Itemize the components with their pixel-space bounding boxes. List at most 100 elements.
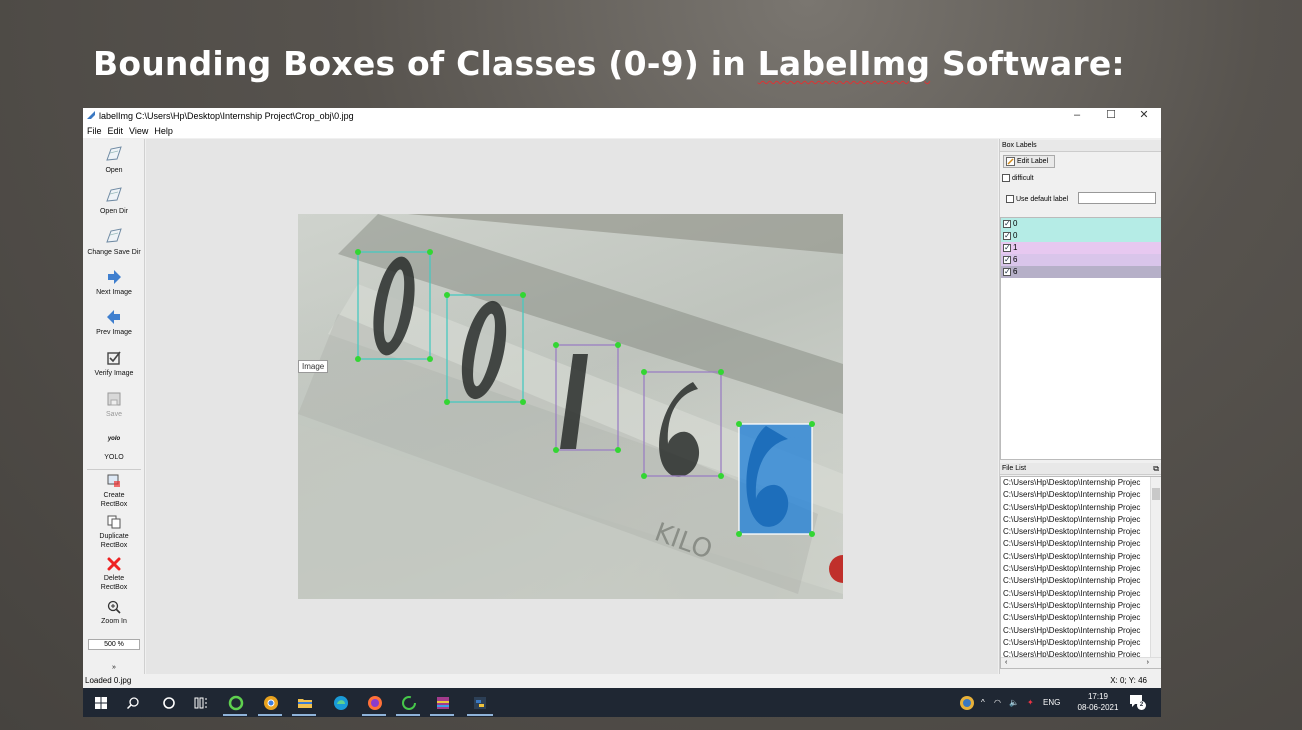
save-label: Save [106,411,122,418]
bbox-0-first[interactable] [357,251,431,360]
file-list-item[interactable]: C:\Users\Hp\Desktop\Internship Projec [1001,489,1150,501]
bbox-0-second[interactable] [446,294,524,403]
zoom-in-button[interactable]: Zoom In [83,600,145,626]
language-indicator[interactable]: ENG [1043,688,1060,717]
edge-icon[interactable] [333,695,349,711]
file-list-item[interactable]: C:\Users\Hp\Desktop\Internship Projec [1001,612,1150,624]
label-item-text: 0 [1013,231,1018,240]
open-button[interactable]: Open [83,145,145,175]
file-list-item[interactable]: C:\Users\Hp\Desktop\Internship Projec [1001,514,1150,526]
open-dir-button[interactable]: Open Dir [83,186,145,216]
help-tray-icon[interactable] [959,695,975,711]
windows-start-icon[interactable] [93,695,109,711]
file-list-item[interactable]: C:\Users\Hp\Desktop\Internship Projec [1001,637,1150,649]
menu-view[interactable]: View [129,125,148,138]
next-image-button[interactable]: Next Image [83,269,145,297]
edit-label-button[interactable]: Edit Label [1003,155,1055,168]
cortana-icon[interactable] [161,695,177,711]
taskbar-active-indicator [467,714,493,716]
file-list-item[interactable]: C:\Users\Hp\Desktop\Internship Projec [1001,551,1150,563]
menu-file[interactable]: File [87,125,102,138]
file-list-item[interactable]: C:\Users\Hp\Desktop\Internship Projec [1001,477,1150,489]
dropbox-tray-icon[interactable]: ✦ [1027,688,1034,717]
toolbar-more-button[interactable]: » [83,663,145,672]
minimize-button[interactable]: – [1061,108,1093,125]
undock-icon[interactable]: ⧉ [1153,463,1159,475]
file-list-item[interactable]: C:\Users\Hp\Desktop\Internship Projec [1001,526,1150,538]
delete-rectbox-label-1: Delete [103,575,125,582]
yolo-icon: yolo [107,436,121,442]
duplicate-rectbox-label-2: RectBox [100,542,128,549]
firefox-icon[interactable] [367,695,383,711]
create-rectbox-button[interactable]: Create RectBox [83,474,145,509]
bbox-6-selected[interactable] [738,423,813,535]
verify-image-button[interactable]: Verify Image [83,350,145,378]
scroll-left-icon[interactable]: ‹ [1005,658,1007,668]
tray-chevron-icon[interactable]: ^ [981,688,985,717]
label-list-item[interactable]: 6 [1001,254,1161,266]
action-center-button[interactable]: 2 [1129,694,1147,710]
menu-edit[interactable]: Edit [108,125,124,138]
menu-help[interactable]: Help [154,125,173,138]
delete-rectbox-button[interactable]: Delete RectBox [83,557,145,592]
file-explorer-icon[interactable] [297,695,313,711]
label-checkbox[interactable] [1003,254,1011,266]
image-canvas[interactable]: KILO Image [146,139,998,674]
use-default-label-checkbox[interactable]: Use default label [1006,195,1068,203]
yolo-format-button[interactable]: yolo YOLO [83,435,145,462]
status-message: Loaded 0.jpg [85,676,132,685]
python-app-icon[interactable] [472,695,488,711]
bounding-box-layer [355,249,815,537]
task-view-icon[interactable] [193,695,209,711]
search-icon[interactable] [125,695,141,711]
bbox-1[interactable] [555,344,619,451]
file-list-item[interactable]: C:\Users\Hp\Desktop\Internship Projec [1001,538,1150,550]
winrar-icon[interactable] [435,695,451,711]
file-list-item[interactable]: C:\Users\Hp\Desktop\Internship Projec [1001,575,1150,587]
file-list-scrollbar[interactable] [1150,477,1161,659]
maximize-button[interactable]: ☐ [1095,108,1127,125]
save-button[interactable]: Save [83,391,145,419]
label-list-item[interactable]: 1 [1001,242,1161,254]
zoom-in-label: Zoom In [101,618,127,625]
taskbar-active-indicator [223,714,247,716]
file-list-hscrollbar[interactable]: ‹ › [1001,657,1161,668]
clock[interactable]: 17:19 08-06-2021 [1073,691,1123,713]
file-list-item[interactable]: C:\Users\Hp\Desktop\Internship Projec [1001,502,1150,514]
label-list-item[interactable]: 0 [1001,218,1161,230]
duplicate-rectbox-button[interactable]: Duplicate RectBox [83,515,145,550]
spinner-app-icon[interactable] [401,695,417,711]
label-checkbox[interactable] [1003,230,1011,242]
scroll-thumb[interactable] [1152,488,1160,500]
labelimg-window: labelImg C:\Users\Hp\Desktop\Internship … [83,108,1161,717]
file-rows: C:\Users\Hp\Desktop\Internship Projec C:\… [1001,477,1161,661]
label-list-item[interactable]: 0 [1001,230,1161,242]
change-save-dir-button[interactable]: Change Save Dir [83,227,145,257]
close-button[interactable]: ✕ [1128,108,1160,125]
default-label-input[interactable] [1078,192,1156,204]
open-dir-icon [106,187,122,202]
scroll-right-icon[interactable]: › [1147,658,1149,668]
open-label: Open [105,167,123,174]
file-list-title: File List [1002,465,1027,472]
chrome-icon[interactable] [263,695,279,711]
prev-image-button[interactable]: Prev Image [83,309,145,337]
label-checkbox[interactable] [1003,218,1011,230]
delete-x-icon [107,557,121,571]
odometer-photo: KILO Image [298,214,843,599]
volume-icon[interactable]: 🔈 [1009,688,1019,717]
wifi-icon[interactable]: ◠ [994,688,1001,717]
file-list-item[interactable]: C:\Users\Hp\Desktop\Internship Projec [1001,563,1150,575]
use-default-label-box[interactable] [1006,195,1014,203]
label-checkbox[interactable] [1003,266,1011,278]
label-checkbox[interactable] [1003,242,1011,254]
difficult-checkbox[interactable]: difficult [1002,174,1034,182]
file-list-item[interactable]: C:\Users\Hp\Desktop\Internship Projec [1001,588,1150,600]
file-list-item[interactable]: C:\Users\Hp\Desktop\Internship Projec [1001,600,1150,612]
bbox-6-first[interactable] [643,371,722,477]
zoom-value-field[interactable]: 500 % [88,639,140,650]
difficult-checkbox-box[interactable] [1002,174,1010,182]
label-list-item-selected[interactable]: 6 [1001,266,1161,278]
circle-app-icon[interactable] [228,695,244,711]
file-list-item[interactable]: C:\Users\Hp\Desktop\Internship Projec [1001,625,1150,637]
